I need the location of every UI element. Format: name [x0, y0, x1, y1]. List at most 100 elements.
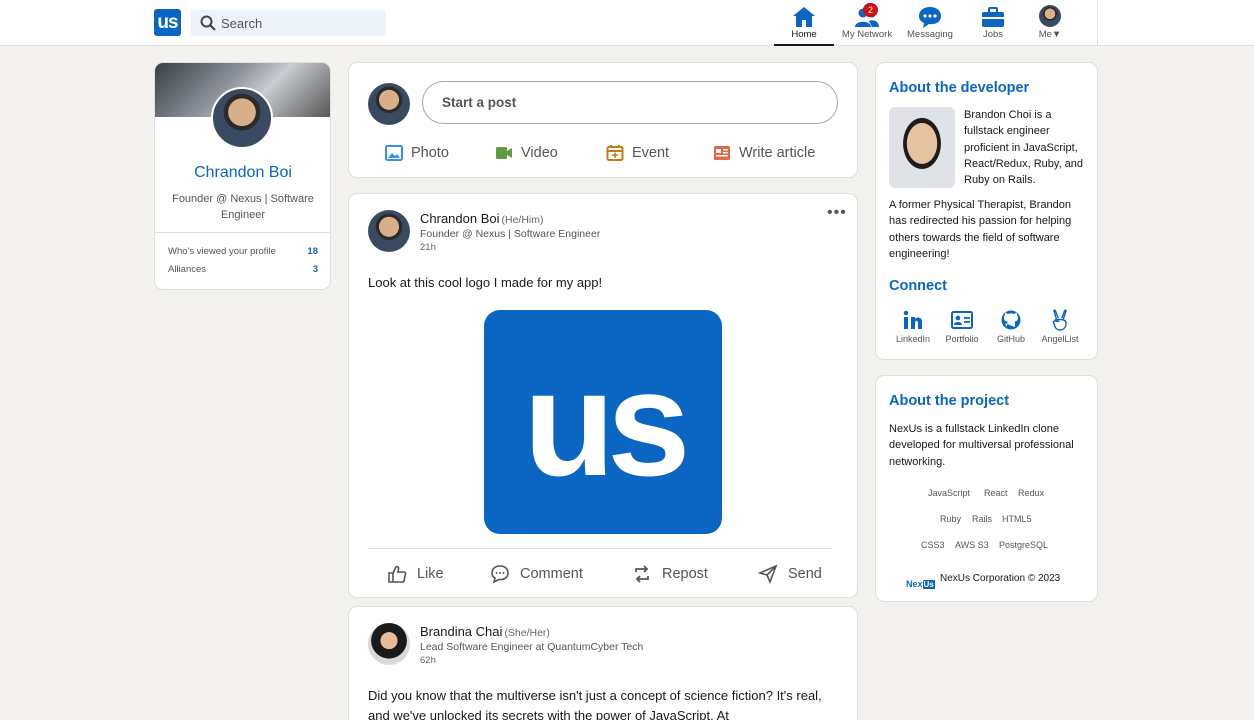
send-icon	[758, 564, 778, 584]
write-article-label: Write article	[739, 145, 816, 161]
stat-alliances[interactable]: Alliances 3	[168, 264, 318, 275]
video-icon	[496, 147, 512, 159]
post-author-avatar[interactable]	[368, 210, 410, 252]
stat-label: Alliances	[168, 264, 207, 275]
portfolio-label: Portfolio	[945, 334, 979, 344]
home-icon	[793, 7, 815, 27]
photo-label: Photo	[411, 145, 449, 161]
portfolio-icon	[951, 311, 973, 329]
nav-messaging-label: Messaging	[907, 29, 953, 40]
tag-javascript: JavaScript	[928, 488, 971, 498]
about-developer-card: About the developer Brandon Choi is a fu…	[875, 62, 1098, 360]
profile-card: Chrandon Boi Founder @ Nexus | Software …	[154, 62, 331, 290]
stat-value: 3	[312, 264, 318, 275]
tag-ruby: Ruby	[940, 514, 962, 524]
messaging-icon	[919, 7, 941, 28]
post-author-name[interactable]: Chrandon Boi (He/Him)	[420, 211, 544, 226]
nav-messaging[interactable]: Messaging	[901, 0, 959, 46]
post-composer: Start a post Photo Video Event Write art…	[348, 62, 858, 178]
composer-avatar	[368, 83, 410, 125]
footer-logo: NexUs	[906, 574, 937, 589]
footer-logo-badge: Us	[922, 580, 935, 589]
top-nav: us Home 2 My Network Messaging Jobs Me▼	[0, 0, 1254, 46]
post-body: Did you know that the multiverse isn't j…	[368, 688, 822, 720]
footer-logo-text: Nex	[906, 579, 923, 589]
nav-network-label: My Network	[841, 29, 893, 40]
post-author-avatar[interactable]	[368, 623, 410, 665]
nav-home-label: Home	[791, 29, 817, 40]
tag-react: React	[984, 488, 1008, 498]
post-author-headline: Lead Software Engineer at QuantumCyber T…	[420, 641, 644, 653]
copyright-text: NexUs Corporation © 2023	[940, 573, 1061, 584]
tag-postgresql: PostgreSQL	[999, 540, 1049, 550]
author-pronouns: (He/Him)	[501, 214, 544, 226]
repost-icon	[635, 565, 649, 583]
feed-post: Chrandon Boi (He/Him) Founder @ Nexus | S…	[348, 193, 858, 598]
tag-css3: CSS3	[921, 540, 945, 550]
comment-icon	[491, 565, 509, 584]
nav-home[interactable]: Home	[774, 0, 834, 46]
nav-me-label: Me▼	[1038, 29, 1062, 40]
profile-name[interactable]: Chrandon Boi	[155, 164, 330, 182]
post-timestamp: 62h	[420, 655, 436, 666]
developer-photo	[889, 107, 955, 188]
profile-headline: Founder @ Nexus | Software Engineer	[172, 193, 314, 221]
repost-label: Repost	[662, 566, 708, 582]
linkedin-link[interactable]: LinkedIn	[889, 309, 937, 344]
about-project-title: About the project	[889, 393, 1010, 409]
connect-title: Connect	[889, 278, 947, 294]
nav-divider	[1097, 0, 1098, 46]
github-icon	[1001, 310, 1021, 330]
comment-label: Comment	[520, 566, 583, 582]
nav-me[interactable]: Me▼	[1026, 0, 1074, 46]
like-icon	[388, 565, 407, 583]
author-name-text: Brandina Chai	[420, 624, 503, 639]
linkedin-label: LinkedIn	[895, 334, 931, 344]
author-pronouns: (She/Her)	[504, 627, 550, 639]
developer-background: A former Physical Therapist, Brandon has…	[889, 199, 1072, 260]
developer-bio: Brandon Choi is a fullstack engineer pro…	[964, 109, 1084, 187]
profile-divider	[155, 232, 330, 233]
search-icon	[200, 15, 216, 31]
post-timestamp: 21h	[420, 242, 436, 253]
post-body: Look at this cool logo I made for my app…	[368, 275, 603, 290]
network-badge: 2	[863, 3, 878, 17]
about-project-card: About the project NexUs is a fullstack L…	[875, 375, 1098, 602]
nav-my-network[interactable]: 2 My Network	[838, 0, 896, 46]
me-avatar	[1039, 5, 1061, 27]
author-name-text: Chrandon Boi	[420, 211, 500, 226]
project-description: NexUs is a fullstack LinkedIn clone deve…	[889, 423, 1074, 468]
more-options-icon[interactable]: •••	[827, 204, 847, 222]
post-divider	[368, 548, 832, 549]
app-logo[interactable]: us	[154, 9, 181, 36]
like-label: Like	[417, 566, 444, 582]
event-label: Event	[632, 145, 670, 161]
angellist-link[interactable]: AngelList	[1036, 309, 1084, 344]
angellist-icon	[1052, 309, 1067, 331]
calendar-icon	[606, 145, 624, 161]
tag-redux: Redux	[1018, 488, 1045, 498]
post-image-logo: us	[523, 339, 690, 507]
search-bar[interactable]	[191, 10, 386, 36]
nav-jobs-label: Jobs	[982, 29, 1004, 40]
about-developer-title: About the developer	[889, 80, 1030, 96]
profile-avatar[interactable]	[211, 87, 273, 149]
github-link[interactable]: GitHub	[987, 309, 1035, 344]
tag-aws-s3: AWS S3	[955, 540, 989, 550]
video-label: Video	[521, 145, 558, 161]
article-icon	[714, 146, 730, 160]
nav-jobs[interactable]: Jobs	[964, 0, 1022, 46]
stat-profile-views[interactable]: Who's viewed your profile 18	[168, 246, 318, 257]
post-author-name[interactable]: Brandina Chai (She/Her)	[420, 624, 550, 639]
stat-value: 18	[307, 246, 318, 257]
feed-post: Brandina Chai (She/Her) Lead Software Eng…	[348, 606, 858, 720]
tag-html5: HTML5	[1002, 514, 1032, 524]
angellist-label: AngelList	[1041, 334, 1079, 344]
photo-icon	[385, 145, 403, 161]
portfolio-link[interactable]: Portfolio	[938, 309, 986, 344]
jobs-icon	[982, 7, 1004, 27]
stat-label: Who's viewed your profile	[168, 246, 276, 257]
post-image[interactable]: us	[484, 310, 722, 534]
start-post-button[interactable]: Start a post	[422, 81, 838, 124]
search-input[interactable]	[221, 10, 381, 36]
